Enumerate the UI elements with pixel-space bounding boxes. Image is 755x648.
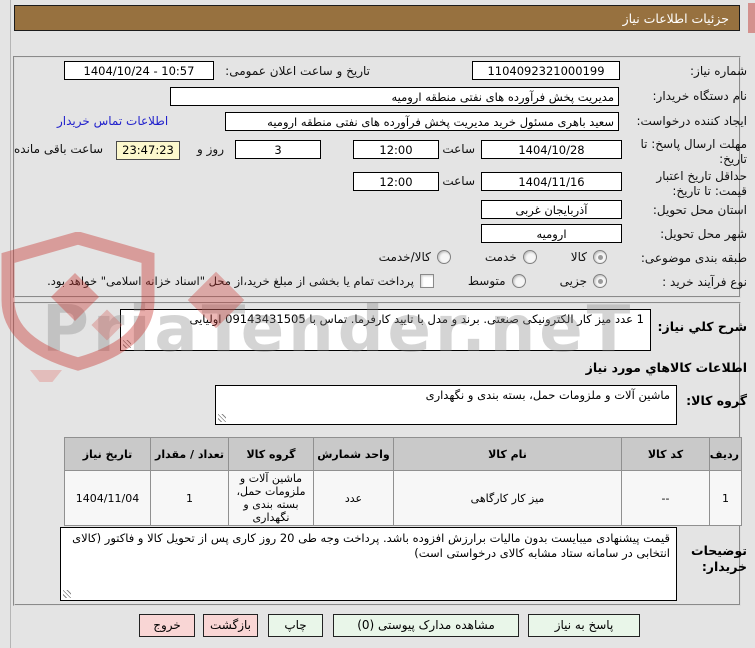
request-creator-field[interactable] (225, 112, 619, 131)
process-type-label: نوع فرآیند خرید : (662, 275, 747, 289)
subject-service-radio[interactable] (522, 250, 537, 264)
process-medium-option-label: متوسط (467, 274, 506, 288)
response-deadline-label: مهلت ارسال پاسخ: تا تاریخ: (640, 137, 747, 166)
hours-remaining-label: ساعت باقی مانده (14, 142, 104, 156)
subject-class-label: طبقه بندی موضوعی: (640, 251, 747, 265)
need-description-label: شرح کلي نیاز: (657, 319, 747, 334)
remaining-days-field[interactable] (235, 140, 321, 159)
subject-goods-radio[interactable] (593, 250, 607, 264)
cell-count-unit: عدد (313, 470, 394, 526)
col-item-name: نام کالا (393, 437, 622, 471)
page-left-border (10, 0, 11, 648)
respond-to-need-button[interactable]: پاسخ به نیاز (528, 614, 640, 637)
page-title: جزئیات اطلاعات نیاز (14, 5, 740, 31)
delivery-province-field[interactable] (481, 200, 622, 219)
need-details-page: جزئیات اطلاعات نیاز شماره نیاز: تاریخ و … (0, 0, 755, 648)
delivery-city-field[interactable] (481, 224, 622, 243)
need-number-label: شماره نیاز: (690, 64, 747, 78)
need-number-field[interactable] (472, 61, 620, 80)
announce-datetime-label: تاریخ و ساعت اعلان عمومی: (225, 64, 370, 78)
cell-item-name: میز کار کارگاهی (393, 470, 622, 526)
goods-section-title: اطلاعات کالاهاي مورد نیاز (585, 360, 747, 375)
buyer-org-label: نام دستگاه خریدار: (652, 89, 748, 103)
buyer-contact-link[interactable]: اطلاعات تماس خریدار (57, 114, 168, 128)
response-deadline-time-field[interactable] (353, 140, 439, 159)
col-row-index: ردیف (709, 437, 742, 471)
price-validity-time-field[interactable] (353, 172, 439, 191)
treasury-docs-checkbox[interactable] (419, 274, 434, 288)
countdown-timer: 23:47:23 (116, 141, 180, 160)
days-and-label: روز و (197, 142, 224, 156)
items-table-header-row: ردیف کد کالا نام کالا واحد شمارش گروه کا… (64, 437, 742, 471)
process-minor-option-label: جزیی (559, 274, 587, 288)
watermark-corner-mark (748, 3, 755, 33)
cell-item-code: -- (621, 470, 710, 526)
items-table: ردیف کد کالا نام کالا واحد شمارش گروه کا… (64, 437, 742, 526)
process-minor-radio[interactable] (593, 274, 607, 288)
cell-quantity: 1 (150, 470, 229, 526)
back-button[interactable]: بازگشت (203, 614, 258, 637)
buyer-org-field[interactable] (170, 87, 619, 106)
print-button[interactable]: چاپ (268, 614, 323, 637)
col-item-group: گروه کالا (228, 437, 314, 471)
cell-item-group: ماشین آلات و ملزومات حمل، بسته بندی و نگ… (228, 470, 314, 526)
col-need-date: تاریخ نیاز (64, 437, 151, 471)
treasury-docs-label: پرداخت تمام یا بخشی از مبلغ خرید،از محل … (47, 274, 414, 288)
view-attachments-button[interactable]: مشاهده مدارک پیوستی (0) (333, 614, 519, 637)
col-item-code: کد کالا (621, 437, 710, 471)
price-validity-label: حداقل تاریخ اعتبار قیمت: تا تاریخ: (656, 169, 747, 198)
price-validity-date-field[interactable] (481, 172, 622, 191)
cell-need-date: 1404/11/04 (64, 470, 151, 526)
goods-group-label: گروه کالا: (686, 393, 747, 408)
goods-group-field[interactable]: ماشین آلات و ملزومات حمل، بسته بندی و نگ… (215, 385, 677, 425)
buyer-notes-field[interactable]: قیمت پیشنهادی میبایست بدون مالیات برارزش… (60, 527, 677, 601)
subject-goods-option-label: کالا (570, 250, 587, 264)
delivery-province-label: استان محل تحویل: (652, 203, 747, 217)
price-validity-hour-label: ساعت (442, 174, 475, 188)
delivery-city-label: شهر محل تحویل: (660, 227, 747, 241)
buyer-notes-label: توضیحات خریدار: (691, 543, 747, 574)
col-count-unit: واحد شمارش (313, 437, 394, 471)
subject-service-option-label: خدمت (484, 250, 517, 264)
response-deadline-date-field[interactable] (481, 140, 622, 159)
process-medium-radio[interactable] (511, 274, 526, 288)
request-creator-label: ایجاد کننده درخواست: (636, 114, 747, 128)
col-quantity: تعداد / مقدار (150, 437, 229, 471)
subject-goods-service-radio[interactable] (436, 250, 451, 264)
cell-row-index: 1 (709, 470, 742, 526)
response-deadline-hour-label: ساعت (442, 142, 475, 156)
subject-goods-service-option-label: کالا/خدمت (378, 250, 431, 264)
table-row: 1 -- میز کار کارگاهی عدد ماشین آلات و مل… (64, 470, 742, 526)
exit-button[interactable]: خروج (139, 614, 195, 637)
announce-datetime-field[interactable] (64, 61, 214, 80)
need-description-field[interactable]: 1 عدد میز کار الکترونیکی صنعتی. برند و م… (120, 309, 651, 351)
